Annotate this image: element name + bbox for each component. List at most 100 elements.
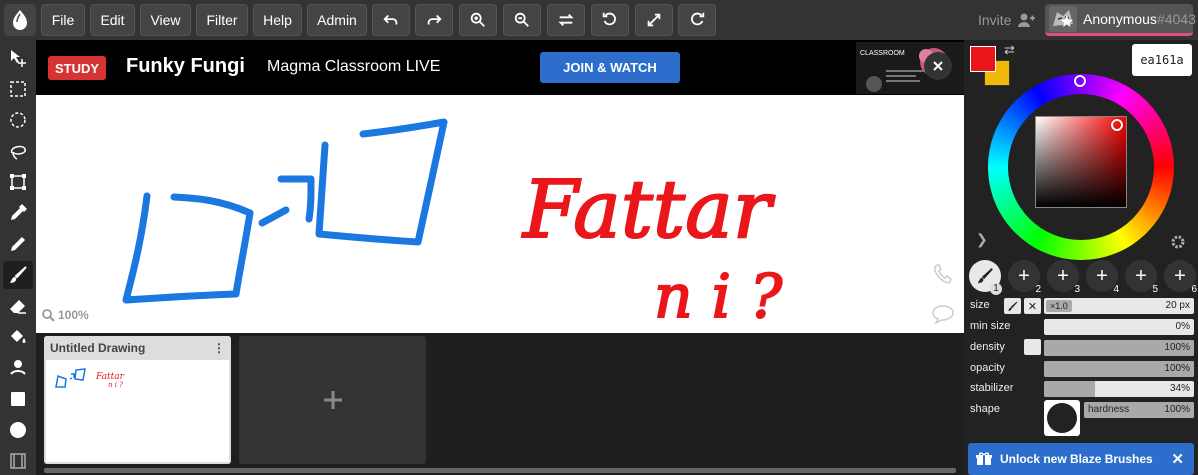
brush-slot-3[interactable]: +3	[1047, 260, 1080, 295]
menu-admin[interactable]: Admin	[307, 4, 367, 36]
user-name: Anonymous#4043	[1083, 10, 1196, 27]
smudge-icon	[10, 360, 26, 375]
brush-slot-4[interactable]: +4	[1086, 260, 1119, 295]
canvas-text-bottom: n i ?	[654, 262, 783, 332]
ellipse-select-tool[interactable]	[3, 106, 33, 134]
circle-icon	[10, 422, 26, 438]
move-tool[interactable]	[3, 44, 33, 72]
zoom-indicator[interactable]: 100%	[42, 308, 89, 322]
opacity-label: opacity	[970, 362, 1005, 374]
zoom-out-button[interactable]	[503, 4, 541, 36]
undo-button[interactable]	[372, 4, 410, 36]
invite-button[interactable]: Invite	[978, 12, 1036, 28]
blue-sketch-strokes	[122, 118, 448, 304]
document-card[interactable]: Untitled Drawing ⋮ Fattar n i ?	[44, 336, 231, 464]
menu-file[interactable]: File	[41, 4, 85, 36]
hue-handle[interactable]	[1074, 75, 1086, 87]
user-account-button[interactable]: Anonymous#4043	[1045, 4, 1196, 36]
min-size-label: min size	[970, 320, 1011, 332]
reset-button[interactable]	[678, 4, 716, 36]
brush-slot-6[interactable]: +6	[1164, 260, 1197, 295]
join-watch-button[interactable]: JOIN & WATCH	[540, 52, 680, 83]
brush-shape-preview[interactable]	[1044, 400, 1080, 436]
size-multiplier: ×1.0	[1046, 300, 1072, 312]
red-handwriting: Fattar n i ?	[520, 162, 784, 333]
eraser-icon	[10, 300, 26, 314]
size-reset-icon[interactable]: ✕	[1024, 298, 1041, 314]
close-promo-icon[interactable]: ✕	[1171, 450, 1184, 468]
size-slider[interactable]: ×1.0 20 px	[1044, 298, 1194, 314]
stabilizer-label: stabilizer	[970, 382, 1014, 394]
ellipse-select-icon	[10, 112, 26, 128]
lasso-tool[interactable]	[3, 137, 33, 165]
rect-select-icon	[10, 81, 26, 97]
zoom-out-icon	[514, 12, 529, 27]
gift-icon	[976, 452, 992, 465]
eyedropper-tool[interactable]	[3, 199, 33, 227]
opacity-slider[interactable]: 100%	[1044, 361, 1194, 377]
brush-slot-1[interactable]: 1	[969, 260, 1002, 295]
menu-help[interactable]: Help	[253, 4, 302, 36]
promo-label: Unlock new Blaze Brushes	[1000, 452, 1153, 466]
more-options-icon[interactable]: ⋮	[213, 341, 225, 355]
film-icon	[10, 453, 26, 469]
ad-tag: STUDY	[48, 56, 106, 80]
ad-subtitle: Magma Classroom LIVE	[267, 58, 441, 75]
svg-text:CLASSROOM: CLASSROOM	[860, 50, 905, 57]
stabilizer-slider[interactable]: 34%	[1044, 381, 1194, 397]
min-size-slider[interactable]: 0%	[1044, 319, 1194, 335]
close-icon	[933, 61, 943, 71]
menu-view[interactable]: View	[140, 4, 191, 36]
top-menu-bar: File Edit View Filter Help Admin Invite …	[0, 0, 1198, 40]
avatar	[1049, 5, 1077, 32]
density-slider[interactable]: 100%	[1044, 340, 1194, 356]
flip-button[interactable]	[547, 4, 585, 36]
hardness-slider[interactable]: hardness 100%	[1084, 402, 1194, 418]
smudge-tool[interactable]	[3, 354, 33, 382]
hex-color-input[interactable]: ea161a	[1132, 44, 1192, 76]
canvas-area[interactable]: STUDY Funky Fungi Magma Classroom LIVE J…	[36, 40, 964, 335]
chevron-right-icon[interactable]: ❯	[976, 231, 988, 248]
document-thumbnail: Fattar n i ?	[46, 360, 229, 462]
shape-label: shape	[970, 403, 1000, 415]
circle-tool[interactable]	[3, 416, 33, 444]
primary-color-swatch[interactable]	[970, 46, 996, 72]
lasso-icon	[10, 145, 26, 160]
phone-icon[interactable]	[931, 262, 955, 291]
drawing-canvas[interactable]: Fattar n i ?	[36, 95, 964, 335]
size-value: 20 px	[1165, 300, 1190, 311]
brush-slot-2[interactable]: +2	[1008, 260, 1041, 295]
menu-filter[interactable]: Filter	[196, 4, 248, 36]
pencil-tool[interactable]	[3, 230, 33, 258]
density-toggle[interactable]	[1024, 339, 1041, 355]
magma-logo-icon[interactable]	[4, 4, 36, 36]
menu-edit[interactable]: Edit	[90, 4, 135, 36]
transform-tool[interactable]	[3, 168, 33, 196]
ad-banner[interactable]: STUDY Funky Fungi Magma Classroom LIVE J…	[36, 40, 964, 95]
close-ad-button[interactable]	[924, 52, 952, 80]
horizontal-scrollbar[interactable]	[44, 468, 956, 473]
fullscreen-icon	[647, 13, 661, 27]
zoom-in-button[interactable]	[459, 4, 497, 36]
fullscreen-button[interactable]	[635, 4, 673, 36]
eraser-tool[interactable]	[3, 292, 33, 320]
brush-slot-5[interactable]: +5	[1125, 260, 1158, 295]
gear-icon[interactable]	[1170, 234, 1186, 255]
redo-button[interactable]	[415, 4, 453, 36]
unlock-brushes-banner[interactable]: Unlock new Blaze Brushes ✕	[968, 443, 1194, 475]
rectangle-tool[interactable]	[3, 385, 33, 413]
invite-label: Invite	[978, 12, 1012, 28]
density-label: density	[970, 341, 1005, 353]
new-document-button[interactable]	[239, 336, 426, 464]
fill-tool[interactable]	[3, 323, 33, 351]
sv-handle[interactable]	[1111, 119, 1123, 131]
size-pressure-icon[interactable]	[1004, 298, 1021, 314]
rotate-icon	[602, 12, 616, 26]
rotate-button[interactable]	[591, 4, 629, 36]
film-tool[interactable]	[3, 447, 33, 475]
swap-colors-icon[interactable]: ⇄	[1004, 42, 1015, 58]
chat-icon[interactable]	[931, 302, 955, 331]
select-tool[interactable]	[3, 75, 33, 103]
eyedropper-icon	[11, 204, 27, 220]
brush-tool[interactable]	[3, 261, 33, 289]
